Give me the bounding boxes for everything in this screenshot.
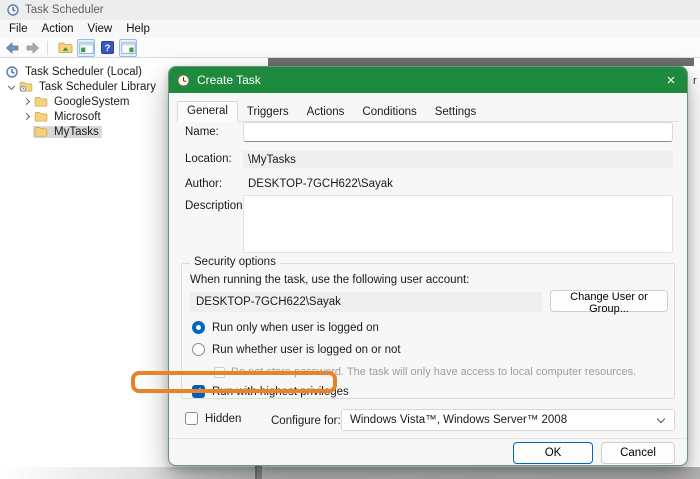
menu-action[interactable]: Action bbox=[42, 21, 74, 37]
radio-selected-icon[interactable] bbox=[192, 321, 205, 334]
configure-for-label: Configure for: bbox=[271, 415, 341, 427]
tab-settings[interactable]: Settings bbox=[426, 103, 486, 122]
back-button[interactable] bbox=[3, 39, 21, 57]
clock-icon bbox=[4, 66, 19, 78]
forward-icon bbox=[26, 42, 40, 54]
tree-item-label: Microsoft bbox=[51, 111, 104, 123]
background-text-fragment: r bbox=[693, 75, 697, 87]
results-pane-top-edge bbox=[268, 58, 694, 66]
chevron-right-icon[interactable] bbox=[20, 114, 33, 119]
tab-triggers[interactable]: Triggers bbox=[238, 103, 298, 122]
checkbox-do-not-store-password: Do not store password. The task will onl… bbox=[214, 366, 636, 378]
toolbar: ? bbox=[0, 38, 700, 58]
folder-icon bbox=[33, 96, 48, 107]
help-button[interactable]: ? bbox=[98, 39, 116, 57]
tab-general[interactable]: General bbox=[177, 101, 238, 122]
folder-icon bbox=[33, 126, 48, 137]
tree-item-label: GoogleSystem bbox=[51, 96, 132, 108]
radio-run-whether-logged-on[interactable]: Run whether user is logged on or not bbox=[192, 343, 401, 356]
cancel-button[interactable]: Cancel bbox=[601, 442, 675, 464]
help-icon: ? bbox=[101, 41, 114, 54]
menu-bar: File Action View Help bbox=[0, 20, 700, 38]
account-prompt: When running the task, use the following… bbox=[190, 274, 469, 286]
checkbox-disabled-icon bbox=[214, 367, 225, 378]
footer-divider bbox=[169, 438, 687, 439]
menu-file[interactable]: File bbox=[9, 21, 28, 37]
tree-item-label: MyTasks bbox=[51, 126, 102, 138]
tab-actions[interactable]: Actions bbox=[298, 103, 354, 122]
configure-for-value: Windows Vista™, Windows Server™ 2008 bbox=[350, 414, 567, 426]
dialog-title: Create Task bbox=[197, 73, 261, 87]
configure-for-dropdown[interactable]: Windows Vista™, Windows Server™ 2008 bbox=[341, 409, 675, 431]
forward-button[interactable] bbox=[24, 39, 42, 57]
back-icon bbox=[5, 42, 19, 54]
checkbox-hidden[interactable]: Hidden bbox=[185, 412, 241, 425]
menu-help[interactable]: Help bbox=[126, 21, 150, 37]
name-label: Name: bbox=[185, 126, 219, 138]
tree-item-label: Task Scheduler Library bbox=[36, 81, 159, 93]
dialog-tabs: General Triggers Actions Conditions Sett… bbox=[177, 100, 679, 122]
console-tree-toggle-button[interactable] bbox=[77, 39, 95, 57]
description-label: Description: bbox=[185, 200, 246, 212]
task-scheduler-clock-icon bbox=[7, 4, 19, 16]
checkbox-unchecked-icon[interactable] bbox=[185, 412, 198, 425]
checkbox-run-highest-privileges[interactable]: ✓ Run with highest privileges bbox=[192, 385, 349, 398]
author-value: DESKTOP-7GCH622\Sayak bbox=[248, 178, 393, 190]
radio-unselected-icon[interactable] bbox=[192, 343, 205, 356]
location-label: Location: bbox=[185, 153, 232, 165]
task-scheduler-window: Task Scheduler File Action View Help bbox=[0, 0, 700, 479]
chevron-right-icon[interactable] bbox=[20, 99, 33, 104]
location-value: \MyTasks bbox=[243, 151, 673, 168]
bottom-pane-strip bbox=[0, 467, 700, 479]
window-titlebar: Task Scheduler bbox=[0, 0, 700, 20]
ok-button[interactable]: OK bbox=[513, 442, 593, 464]
name-input[interactable] bbox=[243, 122, 673, 142]
chevron-down-icon bbox=[657, 415, 665, 423]
toolbar-separator bbox=[47, 41, 48, 55]
author-label: Author: bbox=[185, 178, 222, 190]
dialog-titlebar[interactable]: Create Task × bbox=[169, 67, 687, 93]
create-task-dialog: Create Task × General Triggers Actions C… bbox=[168, 66, 688, 466]
change-user-or-group-button[interactable]: Change User or Group... bbox=[550, 290, 668, 312]
create-task-clock-icon bbox=[177, 74, 190, 87]
tree-item-label: Task Scheduler (Local) bbox=[22, 66, 145, 78]
tab-conditions[interactable]: Conditions bbox=[353, 103, 425, 122]
security-options-group: Security options When running the task, … bbox=[181, 263, 675, 399]
close-icon[interactable]: × bbox=[655, 67, 687, 93]
checkbox-checked-icon[interactable]: ✓ bbox=[192, 385, 205, 398]
folder-clock-icon bbox=[18, 81, 33, 92]
radio-run-only-logged-on[interactable]: Run only when user is logged on bbox=[192, 321, 379, 334]
account-value: DESKTOP-7GCH622\Sayak bbox=[190, 292, 542, 312]
chevron-down-icon[interactable] bbox=[5, 84, 18, 89]
folder-icon bbox=[33, 111, 48, 122]
bottom-pane-divider bbox=[255, 466, 262, 479]
menu-view[interactable]: View bbox=[88, 21, 113, 37]
description-input[interactable] bbox=[243, 195, 673, 253]
action-pane-toggle-button[interactable] bbox=[119, 39, 137, 57]
up-one-level-button[interactable] bbox=[56, 39, 74, 57]
folder-up-icon bbox=[58, 41, 73, 54]
window-title: Task Scheduler bbox=[25, 4, 104, 16]
svg-text:?: ? bbox=[104, 43, 110, 54]
security-options-label: Security options bbox=[190, 256, 280, 268]
console-tree-icon bbox=[79, 42, 94, 54]
action-pane-icon bbox=[121, 42, 136, 54]
